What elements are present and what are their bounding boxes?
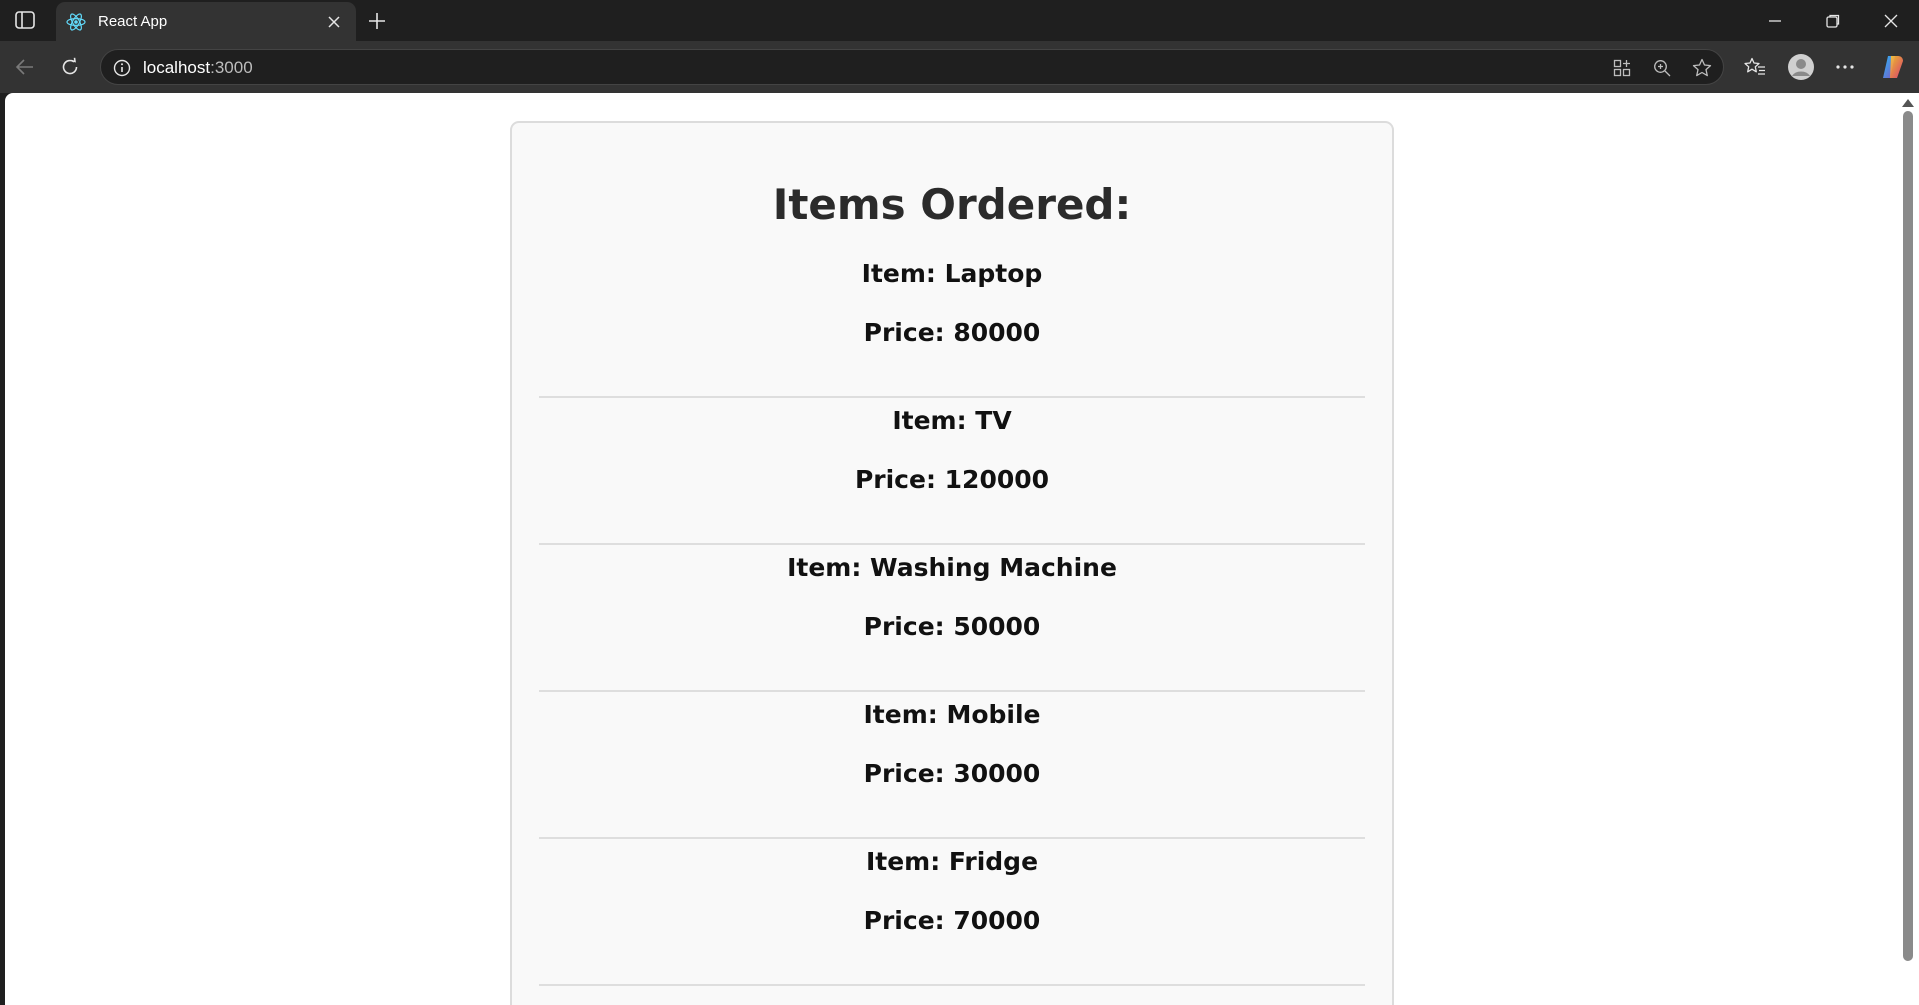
tab-react-app[interactable]: React App <box>56 2 356 41</box>
window-close-icon[interactable] <box>1873 8 1909 34</box>
url-port: :3000 <box>210 58 253 77</box>
more-icon[interactable] <box>1830 52 1860 82</box>
sidebar-toggle-icon[interactable] <box>14 10 36 30</box>
item-price: Price: 70000 <box>863 906 1041 935</box>
item-name: Item: Fridge <box>865 847 1039 876</box>
zoom-icon[interactable] <box>1650 56 1674 80</box>
info-icon[interactable] <box>111 57 133 79</box>
address-bar[interactable]: localhost:3000 <box>100 49 1724 85</box>
refresh-icon[interactable] <box>55 52 85 82</box>
item-name: Item: Laptop <box>861 259 1043 288</box>
react-icon <box>66 12 86 32</box>
url-text[interactable]: localhost:3000 <box>143 58 253 78</box>
copilot-icon[interactable] <box>1878 52 1908 82</box>
page-title: Items Ordered: <box>772 180 1132 229</box>
favorites-icon[interactable] <box>1740 52 1770 82</box>
app-grid-icon[interactable] <box>1610 56 1634 80</box>
scrollbar-thumb[interactable] <box>1903 111 1913 961</box>
browser-toolbar: localhost:3000 <box>0 41 1919 93</box>
restore-icon[interactable] <box>1815 8 1851 34</box>
profile-icon[interactable] <box>1786 52 1816 82</box>
back-arrow-icon[interactable] <box>10 52 40 82</box>
list-item: Item: Mobile Price: 30000 <box>539 692 1365 839</box>
title-bar: React App <box>0 0 1919 41</box>
item-name: Item: Washing Machine <box>787 553 1117 582</box>
list-item: Item: Washing Machine Price: 50000 <box>539 545 1365 692</box>
star-icon[interactable] <box>1690 56 1714 80</box>
item-name: Item: TV <box>892 406 1012 435</box>
orders-card: Items Ordered: Item: Laptop Price: 80000… <box>510 121 1394 1005</box>
list-item: Item: Laptop Price: 80000 <box>539 251 1365 398</box>
item-price: Price: 30000 <box>863 759 1041 788</box>
vertical-scrollbar[interactable] <box>1897 93 1919 1005</box>
item-name: Item: Mobile <box>863 700 1041 729</box>
list-item: Item: TV Price: 120000 <box>539 398 1365 545</box>
item-price: Price: 80000 <box>863 318 1041 347</box>
url-host: localhost <box>143 58 211 77</box>
tab-title: React App <box>98 13 168 30</box>
item-price: Price: 50000 <box>863 612 1041 641</box>
minimize-icon[interactable] <box>1757 8 1793 34</box>
close-icon[interactable] <box>322 10 346 34</box>
list-item: Item: Fridge Price: 70000 <box>539 839 1365 986</box>
scroll-up-arrow-icon[interactable] <box>1902 99 1914 107</box>
page-viewport: Items Ordered: Item: Laptop Price: 80000… <box>5 93 1897 1005</box>
order-list: Item: Laptop Price: 80000 Item: TV Price… <box>539 251 1365 986</box>
plus-icon[interactable] <box>364 8 390 34</box>
item-price: Price: 120000 <box>854 465 1050 494</box>
